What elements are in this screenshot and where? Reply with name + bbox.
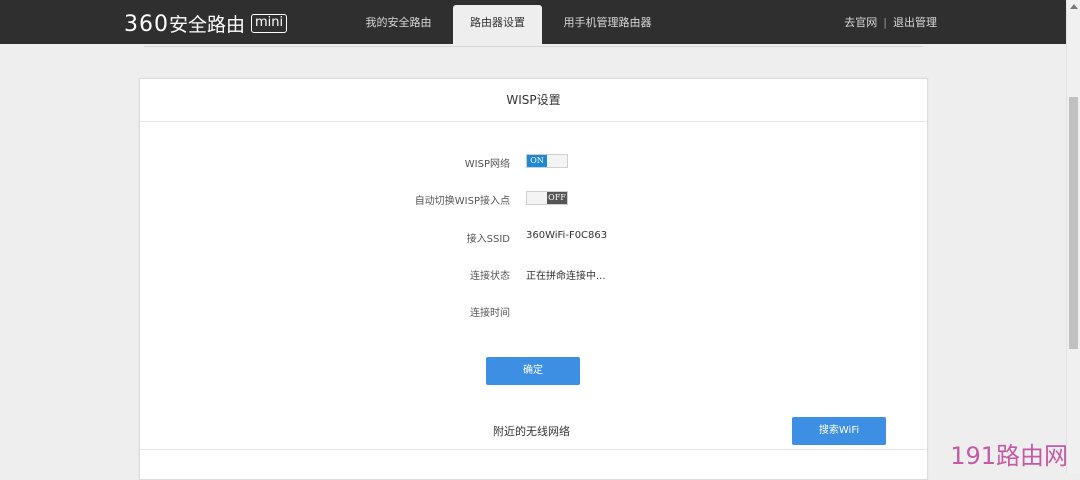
- app-logo[interactable]: 360安全路由 mini: [124, 9, 288, 37]
- scrollbar-thumb[interactable]: [1069, 97, 1078, 349]
- scroll-up-arrow-icon[interactable]: [1070, 4, 1078, 9]
- search-wifi-button[interactable]: 搜索WiFi: [792, 417, 886, 445]
- toggle-off-knob: OFF: [547, 192, 567, 204]
- watermark-text: 191路由网: [950, 442, 1068, 470]
- tab-label: 路由器设置: [470, 16, 525, 29]
- logo-text: 360安全路由: [124, 10, 245, 37]
- logo-number: 360: [124, 11, 169, 37]
- confirm-button[interactable]: 确定: [486, 357, 580, 385]
- nearby-networks-title: 附近的无线网络: [493, 425, 570, 438]
- ssid-label: 接入SSID: [466, 234, 510, 245]
- tab-router-settings[interactable]: 路由器设置: [453, 5, 542, 44]
- connect-time-label: 连接时间: [470, 308, 510, 319]
- wisp-settings-card: WISP设置 WISP网络 ON 自动切换WISP接入点 OFF 接入SSID …: [139, 78, 928, 480]
- wisp-network-label: WISP网络: [464, 159, 510, 170]
- link-separator: |: [883, 16, 887, 29]
- top-nav-bar: 360安全路由 mini 我的安全路由 路由器设置 用手机管理路由器 去官网 | 退…: [0, 0, 1067, 44]
- auto-switch-label: 自动切换WISP接入点: [414, 196, 510, 207]
- tab-label: 我的安全路由: [365, 16, 432, 29]
- page-scrollbar[interactable]: [1066, 0, 1080, 473]
- toggle-on-knob: ON: [527, 155, 547, 167]
- status-label: 连接状态: [470, 271, 510, 282]
- logout-link[interactable]: 退出管理: [893, 16, 937, 29]
- tab-label: 用手机管理路由器: [563, 16, 652, 29]
- auto-switch-toggle[interactable]: OFF: [526, 191, 568, 205]
- official-site-link[interactable]: 去官网: [844, 16, 877, 29]
- logo-badge: mini: [251, 13, 288, 33]
- section-divider: [140, 449, 927, 450]
- ssid-value: 360WiFi-F0C863: [526, 230, 608, 241]
- status-value: 正在拼命连接中...: [526, 271, 606, 282]
- card-title: WISP设置: [140, 79, 927, 122]
- logo-title: 安全路由: [169, 13, 246, 36]
- tab-mobile-manage[interactable]: 用手机管理路由器: [550, 5, 665, 44]
- header-underline: [144, 46, 923, 47]
- wisp-network-toggle[interactable]: ON: [526, 154, 568, 168]
- top-right-links: 去官网 | 退出管理: [844, 0, 937, 44]
- tab-my-router[interactable]: 我的安全路由: [352, 5, 445, 44]
